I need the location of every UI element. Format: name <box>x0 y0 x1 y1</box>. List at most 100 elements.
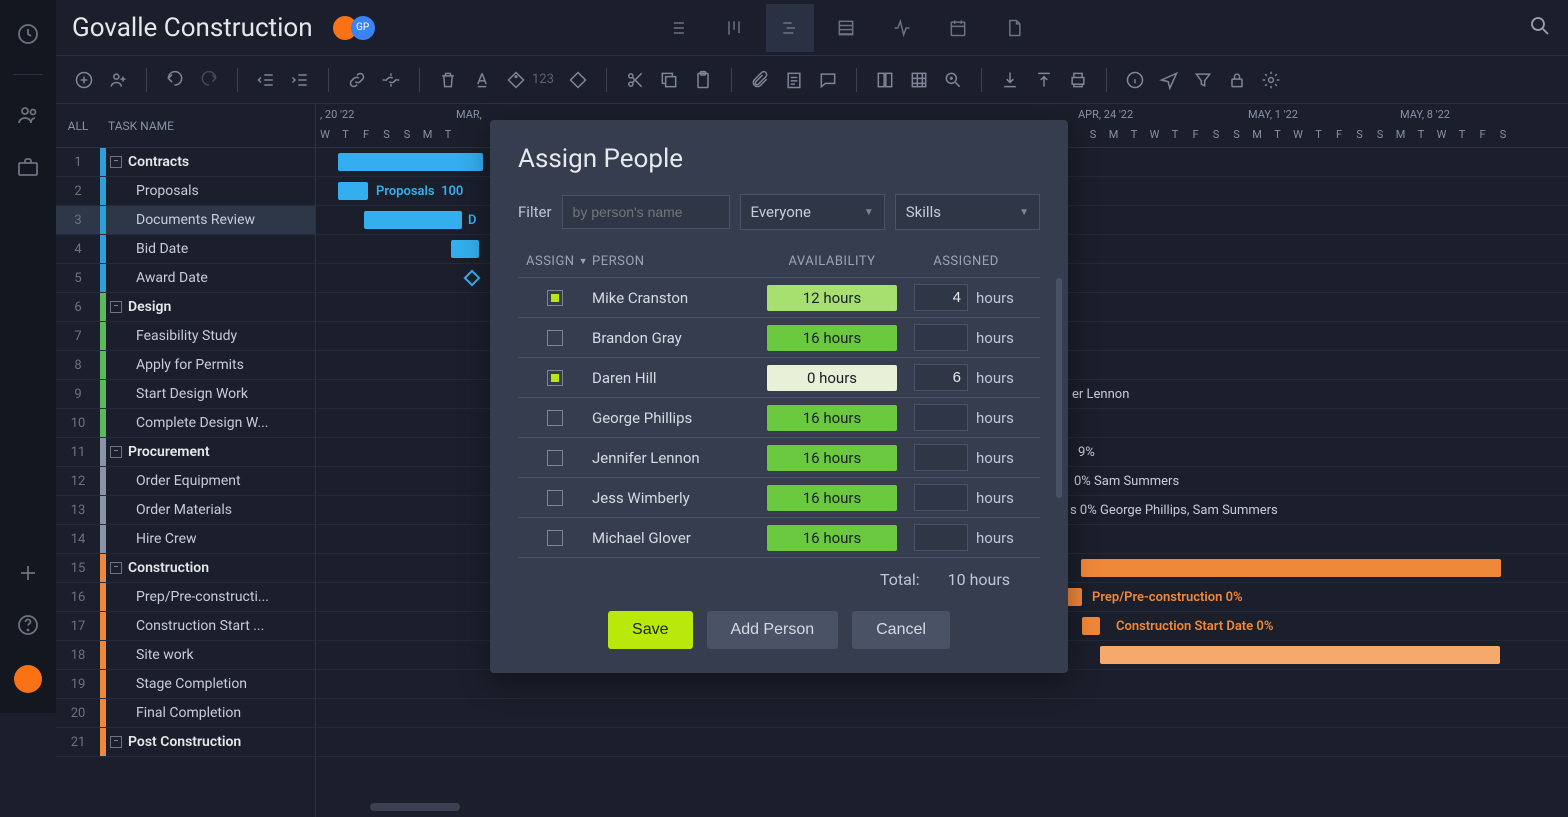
list-view-icon[interactable] <box>654 4 702 52</box>
assign-checkbox[interactable] <box>547 490 563 506</box>
filter-name-input[interactable] <box>562 195 730 229</box>
collapse-icon[interactable]: − <box>110 156 122 168</box>
task-row[interactable]: 9Start Design Work <box>56 380 315 409</box>
assigned-hours-input[interactable] <box>914 484 968 511</box>
board-view-icon[interactable] <box>710 4 758 52</box>
assigned-hours-input[interactable] <box>914 524 968 551</box>
filter-skills-select[interactable]: Skills▼ <box>895 194 1040 230</box>
gantt-bar[interactable] <box>1100 646 1500 664</box>
download-icon[interactable] <box>1000 70 1020 90</box>
lock-icon[interactable] <box>1227 70 1247 90</box>
assigned-hours-input[interactable] <box>914 364 968 391</box>
task-row[interactable]: 21−Post Construction <box>56 728 315 757</box>
attachment-icon[interactable] <box>750 70 770 90</box>
col-all[interactable]: ALL <box>56 119 100 133</box>
send-icon[interactable] <box>1159 70 1179 90</box>
note-icon[interactable] <box>784 70 804 90</box>
task-row[interactable]: 18Site work <box>56 641 315 670</box>
assign-checkbox[interactable] <box>547 410 563 426</box>
gantt-bar[interactable] <box>1082 617 1100 635</box>
collapse-icon[interactable]: − <box>110 736 122 748</box>
undo-icon[interactable] <box>165 70 185 90</box>
outdent-icon[interactable] <box>256 70 276 90</box>
task-row[interactable]: 1−Contracts <box>56 148 315 177</box>
gantt-view-icon[interactable] <box>766 4 814 52</box>
filter-everyone-select[interactable]: Everyone▼ <box>740 194 885 230</box>
task-row[interactable]: 10Complete Design W... <box>56 409 315 438</box>
task-row[interactable]: 4Bid Date <box>56 235 315 264</box>
info-icon[interactable] <box>1125 70 1145 90</box>
col-person[interactable]: PERSON <box>592 254 762 269</box>
task-row[interactable]: 3Documents Review <box>56 206 315 235</box>
task-row[interactable]: 11−Procurement <box>56 438 315 467</box>
gantt-bar[interactable] <box>338 153 483 171</box>
search-icon[interactable] <box>1528 14 1552 42</box>
assign-checkbox[interactable] <box>547 450 563 466</box>
upload-icon[interactable] <box>1034 70 1054 90</box>
task-row[interactable]: 15−Construction <box>56 554 315 583</box>
horizontal-scrollbar[interactable] <box>370 803 460 811</box>
link-icon[interactable] <box>347 70 367 90</box>
tag-icon[interactable] <box>506 70 526 90</box>
file-view-icon[interactable] <box>990 4 1038 52</box>
people-icon[interactable] <box>16 103 40 127</box>
col-task-name[interactable]: TASK NAME <box>100 119 174 133</box>
add-circle-icon[interactable] <box>74 70 94 90</box>
task-row[interactable]: 16Prep/Pre-constructi... <box>56 583 315 612</box>
add-person-icon[interactable] <box>108 70 128 90</box>
task-row[interactable]: 6−Design <box>56 293 315 322</box>
collapse-icon[interactable]: − <box>110 446 122 458</box>
assign-checkbox[interactable] <box>547 530 563 546</box>
add-person-button[interactable]: Add Person <box>707 611 839 649</box>
assigned-hours-input[interactable] <box>914 324 968 351</box>
save-button[interactable]: Save <box>608 611 692 649</box>
project-members-avatars[interactable]: GP <box>333 16 375 40</box>
briefcase-icon[interactable] <box>16 155 40 179</box>
help-icon[interactable] <box>16 613 40 637</box>
cancel-button[interactable]: Cancel <box>852 611 950 649</box>
plus-icon[interactable] <box>16 561 40 585</box>
task-row[interactable]: 7Feasibility Study <box>56 322 315 351</box>
col-assign[interactable]: ASSIGN▼ <box>518 254 592 269</box>
assign-checkbox[interactable] <box>547 370 563 386</box>
clipboard-icon[interactable] <box>693 70 713 90</box>
settings-icon[interactable] <box>1261 70 1281 90</box>
unlink-icon[interactable] <box>381 70 401 90</box>
comment-icon[interactable] <box>818 70 838 90</box>
assign-checkbox[interactable] <box>547 290 563 306</box>
calendar-view-icon[interactable] <box>934 4 982 52</box>
collapse-icon[interactable]: − <box>110 562 122 574</box>
activity-icon[interactable] <box>878 4 926 52</box>
copy-icon[interactable] <box>659 70 679 90</box>
assign-checkbox[interactable] <box>547 330 563 346</box>
gantt-bar[interactable] <box>364 211 462 229</box>
gantt-bar[interactable] <box>1066 588 1082 606</box>
task-row[interactable]: 8Apply for Permits <box>56 351 315 380</box>
task-row[interactable]: 20Final Completion <box>56 699 315 728</box>
task-row[interactable]: 19Stage Completion <box>56 670 315 699</box>
columns-icon[interactable] <box>875 70 895 90</box>
milestone-diamond-icon[interactable] <box>464 270 481 287</box>
task-row[interactable]: 13Order Materials <box>56 496 315 525</box>
trash-icon[interactable] <box>438 70 458 90</box>
col-availability[interactable]: AVAILABILITY <box>762 254 902 269</box>
user-avatar-icon[interactable] <box>14 665 42 693</box>
sheet-view-icon[interactable] <box>822 4 870 52</box>
indent-icon[interactable] <box>290 70 310 90</box>
collapse-icon[interactable]: − <box>110 301 122 313</box>
grid-icon[interactable] <box>909 70 929 90</box>
filter-icon[interactable] <box>1193 70 1213 90</box>
gantt-bar[interactable] <box>451 240 479 258</box>
diamond-icon[interactable] <box>568 70 588 90</box>
col-assigned[interactable]: ASSIGNED <box>902 254 1040 269</box>
gantt-bar[interactable] <box>338 182 368 200</box>
assigned-hours-input[interactable] <box>914 444 968 471</box>
task-row[interactable]: 5Award Date <box>56 264 315 293</box>
task-row[interactable]: 12Order Equipment <box>56 467 315 496</box>
task-row[interactable]: 14Hire Crew <box>56 525 315 554</box>
clock-icon[interactable] <box>16 22 40 46</box>
zoom-in-icon[interactable] <box>943 70 963 90</box>
gantt-bar[interactable] <box>1081 559 1501 577</box>
task-row[interactable]: 17Construction Start ... <box>56 612 315 641</box>
task-row[interactable]: 2Proposals <box>56 177 315 206</box>
